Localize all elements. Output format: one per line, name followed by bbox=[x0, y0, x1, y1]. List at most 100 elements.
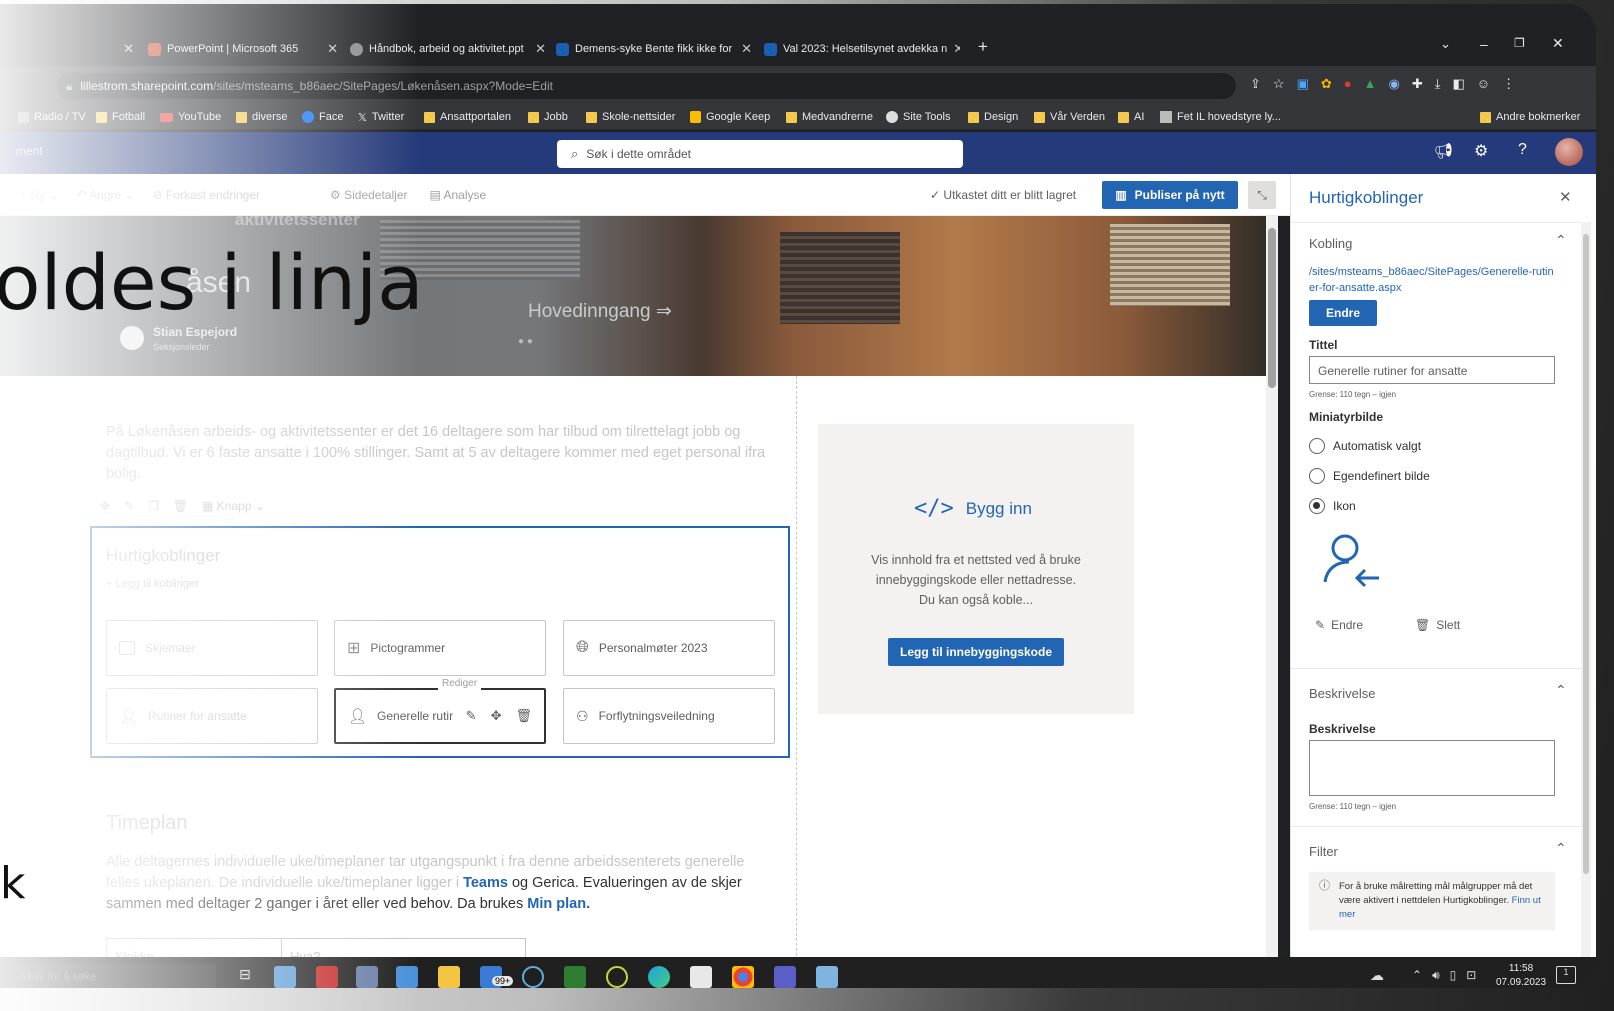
quicklink-item[interactable]: 🌐︎ Personalmøter 2023 bbox=[563, 620, 775, 676]
download-icon[interactable]: ⤓ bbox=[1435, 76, 1441, 92]
file-explorer-icon[interactable] bbox=[438, 966, 460, 988]
bookmark-item[interactable]: 𝕏 Twitter bbox=[358, 108, 404, 126]
bookmark-item[interactable]: Fotball bbox=[96, 108, 145, 126]
quicklink-item[interactable]: 👤︎ Rutiner for ansatte bbox=[106, 688, 318, 744]
embed-webpart[interactable]: </> Bygg inn Vis innhold fra et nettsted… bbox=[818, 424, 1134, 714]
section-filter-header[interactable]: Filter bbox=[1309, 844, 1338, 859]
app-icon[interactable] bbox=[606, 966, 628, 988]
restore-icon[interactable]: ❐ bbox=[1514, 36, 1525, 50]
chrome-icon[interactable] bbox=[732, 966, 754, 988]
app-icon[interactable] bbox=[396, 966, 418, 988]
discard-button[interactable]: ⊘ Forkast endringer bbox=[153, 188, 260, 202]
bookmark-item[interactable]: Jobb bbox=[528, 108, 568, 126]
quicklinks-title[interactable]: Hurtigkoblinger bbox=[106, 546, 220, 566]
profile-icon[interactable]: ☺ bbox=[1477, 76, 1490, 92]
trash-icon[interactable]: 🗑︎ bbox=[515, 708, 532, 724]
radio-icon[interactable]: Ikon bbox=[1309, 498, 1356, 514]
chevron-up-icon[interactable]: ⌃ bbox=[1412, 968, 1422, 983]
bookmark-item[interactable]: Site Tools bbox=[886, 108, 951, 126]
title-input[interactable]: Generelle rutiner for ansatte bbox=[1309, 356, 1555, 384]
volume-icon[interactable]: 🔊︎ bbox=[1432, 968, 1440, 983]
bookmark-item[interactable]: Radio / TV bbox=[18, 108, 86, 126]
megaphone-icon[interactable]: 📢︎ bbox=[1434, 142, 1453, 160]
app-icon[interactable] bbox=[274, 966, 296, 988]
url-field[interactable]: 🔒︎ lillestrom.sharepoint.com/sites/mstea… bbox=[56, 73, 1236, 99]
notification-icon[interactable]: 1 bbox=[1556, 966, 1576, 984]
close-icon[interactable]: ✕ bbox=[953, 41, 960, 57]
icon-change-button[interactable]: ✎ Endre bbox=[1315, 618, 1363, 632]
other-bookmarks[interactable]: Andre bokmerker bbox=[1480, 108, 1580, 126]
ext1-icon[interactable]: ▣ bbox=[1297, 76, 1309, 92]
tab-handbok[interactable]: Håndbok, arbeid og aktivitet.ppt ✕ bbox=[350, 36, 546, 62]
close-window-icon[interactable]: ✕ bbox=[1552, 35, 1564, 52]
tab-val2023[interactable]: Val 2023: Helsetilsynet avdekka n ✕ bbox=[764, 36, 960, 62]
sidepanel-icon[interactable]: ◧ bbox=[1453, 76, 1465, 92]
republish-button[interactable]: ▥ Publiser på nytt bbox=[1102, 181, 1238, 209]
edit-icon[interactable]: ✎ bbox=[124, 499, 134, 513]
ext4-icon[interactable]: ◉ bbox=[1389, 76, 1400, 92]
tab-demens[interactable]: Demens-syke Bente fikk ikke for ✕ bbox=[556, 36, 752, 62]
pencil-icon[interactable]: ✎ bbox=[466, 708, 477, 724]
page-details-button[interactable]: ⚙ Sidedetaljer bbox=[330, 188, 407, 202]
minimize-icon[interactable]: – bbox=[1480, 36, 1488, 52]
bookmark-item[interactable]: Ansattportalen bbox=[424, 108, 511, 126]
bookmark-item[interactable]: AI bbox=[1118, 108, 1144, 126]
bookmark-item[interactable]: Face bbox=[302, 108, 343, 126]
close-icon[interactable]: ✕ bbox=[535, 41, 546, 57]
cloud-icon[interactable]: ☁ bbox=[1370, 967, 1384, 984]
radio-custom[interactable]: Egendefinert bilde bbox=[1309, 468, 1430, 484]
bookmark-item[interactable]: Medvandrerne bbox=[786, 108, 873, 126]
chevron-up-icon[interactable]: ⌃ bbox=[1555, 840, 1567, 857]
quicklink-item[interactable]: ⊞ Pictogrammer bbox=[334, 620, 546, 676]
tab-search-icon[interactable]: ⌄ bbox=[1440, 36, 1451, 52]
bookmark-item[interactable]: YouTube bbox=[160, 108, 221, 126]
icon-delete-button[interactable]: 🗑︎ Slett bbox=[1415, 618, 1460, 632]
page-scrollbar-thumb[interactable] bbox=[1268, 228, 1276, 388]
tab-close-first[interactable]: ✕ bbox=[110, 36, 134, 62]
ext2-icon[interactable]: ✿ bbox=[1321, 76, 1332, 92]
app-icon[interactable] bbox=[816, 966, 838, 988]
share-icon[interactable]: ⇪ bbox=[1250, 76, 1261, 92]
radio-button[interactable] bbox=[1309, 438, 1325, 454]
radio-button[interactable] bbox=[1309, 468, 1325, 484]
tab-powerpoint[interactable]: PowerPoint | Microsoft 365 ✕ bbox=[148, 36, 338, 62]
acrobat-icon[interactable] bbox=[316, 966, 338, 988]
trash-icon[interactable]: 🗑︎ bbox=[173, 499, 188, 513]
quicklink-item[interactable]: Skjemaer bbox=[106, 620, 318, 676]
move-icon[interactable]: ✥ bbox=[100, 499, 110, 513]
edge-icon[interactable] bbox=[648, 966, 670, 988]
radio-auto[interactable]: Automatisk valgt bbox=[1309, 438, 1421, 454]
close-icon[interactable]: ✕ bbox=[123, 41, 134, 57]
search-input[interactable]: ⌕ Søk i dette området bbox=[557, 140, 963, 168]
collapse-icon[interactable]: ⤡ bbox=[1248, 181, 1276, 209]
close-panel-icon[interactable]: ✕ bbox=[1559, 188, 1572, 206]
add-link-button[interactable]: + Legg til koblinger bbox=[106, 578, 199, 590]
bookmark-item[interactable]: Google Keep bbox=[690, 108, 770, 126]
avatar[interactable] bbox=[1555, 138, 1583, 166]
quicklink-item[interactable]: ⚇ Forflytningsveiledning bbox=[563, 688, 775, 744]
network-icon[interactable]: ⊡ bbox=[1466, 968, 1476, 983]
minplan-link[interactable]: Min plan. bbox=[527, 896, 590, 912]
move-icon[interactable]: ✥ bbox=[491, 708, 502, 724]
section-link-header[interactable]: Kobling bbox=[1309, 236, 1352, 251]
taskbar-search[interactable]: Skriv for å søke bbox=[10, 964, 216, 988]
timeplan-text[interactable]: Alle deltagernes individuelle uke/timepl… bbox=[106, 852, 778, 915]
bookmark-item[interactable]: Skole-nettsider bbox=[586, 108, 675, 126]
timeplan-heading[interactable]: Timeplan bbox=[106, 812, 188, 835]
carousel-dots[interactable]: ● ● bbox=[518, 336, 542, 347]
chevron-up-icon[interactable]: ⌃ bbox=[1555, 682, 1567, 699]
close-icon[interactable]: ✕ bbox=[741, 41, 752, 57]
app-icon[interactable] bbox=[356, 966, 378, 988]
button-webpart[interactable]: ▦ Knapp ⌄ bbox=[202, 499, 265, 513]
analytics-button[interactable]: ▤ Analyse bbox=[429, 188, 486, 202]
close-icon[interactable]: ✕ bbox=[327, 41, 338, 57]
teams-icon[interactable] bbox=[774, 966, 796, 988]
add-embed-code-button[interactable]: Legg til innebyggingskode bbox=[888, 638, 1064, 666]
puzzle-icon[interactable]: ✚ bbox=[1412, 76, 1423, 92]
taskview-icon[interactable]: ⊟ bbox=[234, 966, 256, 988]
radio-button[interactable] bbox=[1309, 498, 1325, 514]
duplicate-icon[interactable]: ❐ bbox=[148, 499, 159, 513]
undo-button[interactable]: ↶ Angre ⌄ bbox=[76, 188, 134, 202]
chevron-up-icon[interactable]: ⌃ bbox=[1555, 232, 1567, 249]
change-link-button[interactable]: Endre bbox=[1309, 300, 1377, 326]
